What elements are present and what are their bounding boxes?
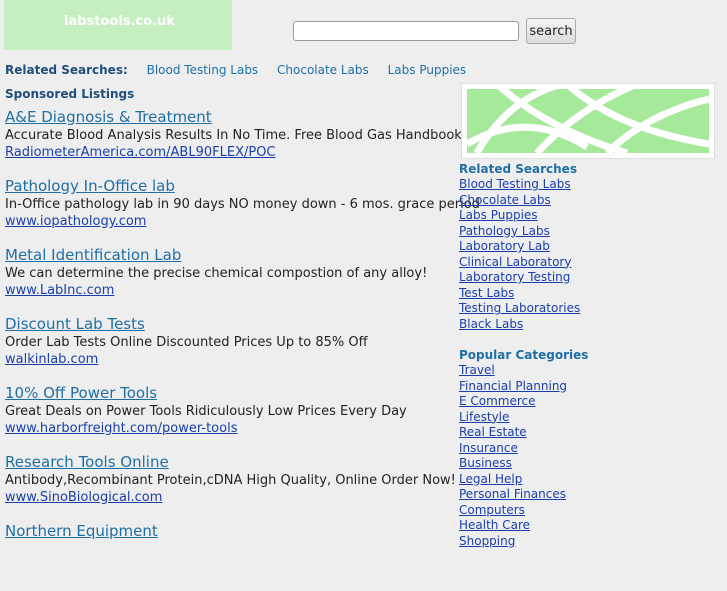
ad-title-link[interactable]: 10% Off Power Tools (5, 384, 460, 403)
sidebar-category-link[interactable]: Computers (459, 503, 588, 519)
sidebar-related-link[interactable]: Blood Testing Labs (459, 177, 580, 193)
site-logo[interactable]: labstools.co.uk (4, 0, 232, 50)
sidebar-category-link[interactable]: Legal Help (459, 472, 588, 488)
ad-description: In-Office pathology lab in 90 days NO mo… (5, 197, 480, 212)
ad-listing: 10% Off Power Tools Great Deals on Power… (5, 384, 460, 453)
ad-title-link[interactable]: Northern Equipment (5, 522, 460, 541)
sidebar-category-link[interactable]: E Commerce (459, 394, 588, 410)
sidebar-related-searches: Related Searches Blood Testing Labs Choc… (459, 161, 580, 332)
sidebar-category-link[interactable]: Travel (459, 363, 588, 379)
sidebar-related-link[interactable]: Labs Puppies (459, 208, 580, 224)
sidebar-category-link[interactable]: Personal Finances (459, 487, 588, 503)
ad-url-link[interactable]: www.iopathology.com (5, 213, 460, 230)
ad-listing: Discount Lab Tests Order Lab Tests Onlin… (5, 315, 460, 384)
sidebar-category-link[interactable]: Lifestyle (459, 410, 588, 426)
sidebar-related-link[interactable]: Pathology Labs (459, 224, 580, 240)
sidebar-related-link[interactable]: Clinical Laboratory (459, 255, 580, 271)
related-search-link[interactable]: Chocolate Labs (277, 63, 369, 77)
ad-url-link[interactable]: www.SinoBiological.com (5, 489, 460, 506)
ad-description: Order Lab Tests Online Discounted Prices… (5, 335, 368, 350)
sidebar-category-link[interactable]: Financial Planning (459, 379, 588, 395)
search-button[interactable]: search (526, 18, 576, 44)
decorative-pattern-image (467, 89, 709, 153)
decorative-banner-image (461, 83, 715, 159)
related-searches-bar: Related Searches: Blood Testing Labs Cho… (5, 63, 481, 77)
related-search-link[interactable]: Labs Puppies (388, 63, 467, 77)
sidebar-category-link[interactable]: Real Estate (459, 425, 588, 441)
ad-title-link[interactable]: Metal Identification Lab (5, 246, 460, 265)
ad-title-link[interactable]: A&E Diagnosis & Treatment (5, 108, 460, 127)
ad-listing: Northern Equipment (5, 522, 460, 591)
ad-url-link[interactable]: walkinlab.com (5, 351, 460, 368)
ad-url-link[interactable]: RadiometerAmerica.com/ABL90FLEX/POC (5, 144, 460, 161)
ad-list: A&E Diagnosis & Treatment Accurate Blood… (5, 108, 480, 591)
sidebar-category-link[interactable]: Insurance (459, 441, 588, 457)
sidebar-category-link[interactable]: Health Care (459, 518, 588, 534)
ad-url-link[interactable]: www.harborfreight.com/power-tools (5, 420, 460, 437)
ad-listing: A&E Diagnosis & Treatment Accurate Blood… (5, 108, 466, 177)
sidebar-related-link[interactable]: Laboratory Testing (459, 270, 580, 286)
ad-listing: Metal Identification Lab We can determin… (5, 246, 460, 315)
ad-title-link[interactable]: Pathology In-Office lab (5, 177, 460, 196)
sidebar-related-heading: Related Searches (459, 162, 577, 176)
ad-listing: Research Tools Online Antibody,Recombina… (5, 453, 460, 522)
related-search-link[interactable]: Blood Testing Labs (147, 63, 259, 77)
sidebar-category-link[interactable]: Business (459, 456, 588, 472)
ad-description: Great Deals on Power Tools Ridiculously … (5, 404, 407, 419)
ad-title-link[interactable]: Discount Lab Tests (5, 315, 460, 334)
sidebar-category-link[interactable]: Shopping (459, 534, 588, 550)
site-logo-text: labstools.co.uk (64, 14, 175, 29)
sidebar-related-link[interactable]: Testing Laboratories (459, 301, 580, 317)
sidebar-related-link[interactable]: Black Labs (459, 317, 580, 333)
ad-description: We can determine the precise chemical co… (5, 266, 428, 281)
ad-description: Accurate Blood Analysis Results In No Ti… (5, 128, 466, 143)
sidebar-related-link[interactable]: Test Labs (459, 286, 580, 302)
sponsored-listings-heading: Sponsored Listings (5, 87, 135, 101)
ad-description: Antibody,Recombinant Protein,cDNA High Q… (5, 473, 456, 488)
sidebar-popular-categories: Popular Categories Travel Financial Plan… (459, 347, 588, 549)
ad-listing: Pathology In-Office lab In-Office pathol… (5, 177, 480, 246)
ad-url-link[interactable]: www.LabInc.com (5, 282, 460, 299)
sidebar-related-link[interactable]: Laboratory Lab (459, 239, 580, 255)
ad-title-link[interactable]: Research Tools Online (5, 453, 460, 472)
sidebar-related-link[interactable]: Chocolate Labs (459, 193, 580, 209)
search-input[interactable] (293, 21, 519, 41)
related-searches-label: Related Searches: (5, 63, 128, 77)
sidebar-popular-heading: Popular Categories (459, 348, 589, 362)
